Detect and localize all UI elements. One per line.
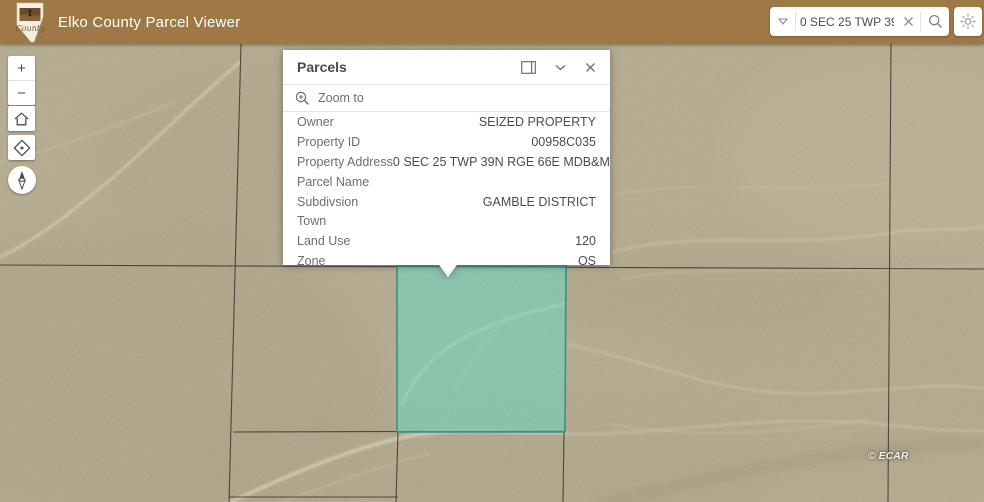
field-row-zone: Zone OS bbox=[283, 251, 610, 265]
search-submit-button[interactable] bbox=[921, 7, 949, 36]
field-value: OS bbox=[578, 254, 596, 265]
compass-needle-icon bbox=[14, 170, 30, 190]
field-value: 120 bbox=[575, 234, 596, 248]
field-row-subdivision: Subdivsion GAMBLE DISTRICT bbox=[283, 192, 610, 212]
app-window: © ECAR + − Parcels bbox=[0, 0, 984, 502]
zoom-in-button[interactable]: + bbox=[8, 56, 35, 80]
app-title: Elko County Parcel Viewer bbox=[58, 0, 240, 44]
field-label: Owner bbox=[297, 115, 334, 129]
field-label: Zone bbox=[297, 254, 326, 265]
chevron-down-icon bbox=[555, 64, 566, 71]
compass-button[interactable] bbox=[8, 166, 36, 194]
map-attribution: © ECAR bbox=[868, 450, 908, 462]
search-source-button[interactable] bbox=[770, 7, 795, 36]
search-input[interactable] bbox=[796, 15, 896, 29]
locate-extent-button[interactable] bbox=[8, 135, 35, 160]
feature-popup: Parcels bbox=[283, 50, 610, 265]
popup-callout-arrow bbox=[439, 265, 457, 277]
field-label: Property Address bbox=[297, 155, 393, 169]
home-extent-button[interactable] bbox=[8, 106, 35, 131]
search-clear-button[interactable] bbox=[896, 7, 920, 36]
zoom-out-button[interactable]: − bbox=[8, 81, 35, 105]
field-value: 0 SEC 25 TWP 39N RGE 66E MDB&M bbox=[393, 155, 610, 169]
field-row-land-use: Land Use 120 bbox=[283, 231, 610, 251]
collapse-popup-button[interactable] bbox=[555, 58, 566, 76]
popup-field-list: Owner SEIZED PROPERTY Property ID 00958C… bbox=[283, 112, 610, 265]
close-icon bbox=[585, 62, 596, 73]
field-label: Parcel Name bbox=[297, 175, 369, 189]
field-value: 00958C035 bbox=[531, 135, 596, 149]
clear-x-icon bbox=[903, 16, 914, 27]
field-label: Subdivsion bbox=[297, 195, 358, 209]
field-row-property-id: Property ID 00958C035 bbox=[283, 132, 610, 152]
field-value: SEIZED PROPERTY bbox=[479, 115, 596, 129]
field-row-parcel-name: Parcel Name bbox=[283, 172, 610, 192]
field-label: Property ID bbox=[297, 135, 360, 149]
field-label: Land Use bbox=[297, 234, 351, 248]
home-icon bbox=[13, 111, 30, 127]
field-row-property-address: Property Address 0 SEC 25 TWP 39N RGE 66… bbox=[283, 152, 610, 172]
search-box bbox=[770, 7, 949, 36]
dock-icon bbox=[521, 61, 536, 74]
dropdown-triangle-icon bbox=[778, 18, 788, 25]
zoom-to-label: Zoom to bbox=[318, 91, 364, 105]
field-label: Town bbox=[297, 214, 326, 228]
popup-title: Parcels bbox=[297, 59, 502, 75]
close-popup-button[interactable] bbox=[585, 58, 596, 76]
field-row-owner: Owner SEIZED PROPERTY bbox=[283, 112, 610, 132]
app-header: County Elko County Parcel Viewer bbox=[0, 0, 984, 44]
zoom-control-group: + − bbox=[8, 56, 35, 105]
field-value: GAMBLE DISTRICT bbox=[483, 195, 596, 209]
diamond-target-icon bbox=[13, 139, 31, 157]
field-row-town: Town bbox=[283, 211, 610, 231]
app-menu-button[interactable] bbox=[954, 7, 982, 36]
zoom-in-magnifier-icon bbox=[295, 91, 310, 106]
search-magnifier-icon bbox=[928, 14, 943, 29]
elko-county-logo: County bbox=[14, 2, 46, 43]
sun-icon bbox=[960, 13, 976, 30]
popup-header: Parcels bbox=[283, 50, 610, 84]
dock-popup-button[interactable] bbox=[521, 58, 536, 76]
svg-text:County: County bbox=[16, 24, 45, 33]
zoom-to-action[interactable]: Zoom to bbox=[283, 85, 610, 111]
